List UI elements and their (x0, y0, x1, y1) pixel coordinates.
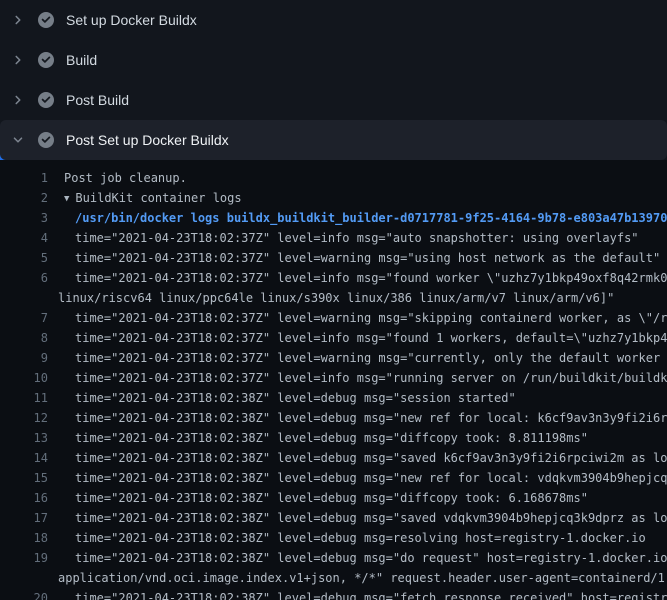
log-line: 9 time="2021-04-23T18:02:37Z" level=warn… (0, 348, 667, 368)
log-text: time="2021-04-23T18:02:37Z" level=info m… (48, 368, 667, 388)
line-number[interactable]: 8 (0, 328, 48, 348)
group-toggle-icon[interactable]: ▼ (64, 189, 69, 208)
step-title: Post Build (66, 92, 129, 108)
log-text: time="2021-04-23T18:02:38Z" level=debug … (48, 388, 667, 408)
log-text: /usr/bin/docker logs buildx_buildkit_bui… (48, 208, 667, 228)
line-number[interactable]: 17 (0, 508, 48, 528)
line-number[interactable]: 5 (0, 248, 48, 268)
step-title: Post Set up Docker Buildx (66, 132, 229, 148)
step-title: Build (66, 52, 97, 68)
line-number[interactable]: 18 (0, 528, 48, 548)
log-text: time="2021-04-23T18:02:38Z" level=debug … (48, 428, 667, 448)
log-line: 12 time="2021-04-23T18:02:38Z" level=deb… (0, 408, 667, 428)
chevron-down-icon (10, 132, 26, 148)
line-number[interactable] (0, 288, 48, 308)
log-text: time="2021-04-23T18:02:38Z" level=debug … (48, 508, 667, 528)
log-text: linux/riscv64 linux/ppc64le linux/s390x … (48, 288, 667, 308)
log-text: time="2021-04-23T18:02:38Z" level=debug … (48, 488, 667, 508)
log-text: Post job cleanup. (48, 168, 667, 188)
log-line: 1 Post job cleanup. (0, 168, 667, 188)
log-text: time="2021-04-23T18:02:38Z" level=debug … (48, 468, 667, 488)
line-number[interactable]: 15 (0, 468, 48, 488)
log-line: 10 time="2021-04-23T18:02:37Z" level=inf… (0, 368, 667, 388)
line-number[interactable]: 14 (0, 448, 48, 468)
log-text: time="2021-04-23T18:02:38Z" level=debug … (48, 528, 667, 548)
line-number[interactable]: 1 (0, 168, 48, 188)
log-line: 16 time="2021-04-23T18:02:38Z" level=deb… (0, 488, 667, 508)
line-number[interactable]: 9 (0, 348, 48, 368)
log-line: 3 /usr/bin/docker logs buildx_buildkit_b… (0, 208, 667, 228)
log-text: time="2021-04-23T18:02:37Z" level=info m… (48, 328, 667, 348)
log-text: time="2021-04-23T18:02:37Z" level=info m… (48, 228, 667, 248)
log-output[interactable]: 1 Post job cleanup. 2 ▼BuildKit containe… (0, 160, 667, 600)
line-number[interactable]: 16 (0, 488, 48, 508)
log-line: 15 time="2021-04-23T18:02:38Z" level=deb… (0, 468, 667, 488)
log-line: application/vnd.oci.image.index.v1+json,… (0, 568, 667, 588)
line-number[interactable]: 6 (0, 268, 48, 288)
line-number[interactable]: 7 (0, 308, 48, 328)
line-number[interactable]: 3 (0, 208, 48, 228)
step-header[interactable]: Post Set up Docker Buildx (0, 120, 667, 160)
chevron-right-icon (10, 92, 26, 108)
check-circle-icon (38, 12, 54, 28)
line-number[interactable]: 11 (0, 388, 48, 408)
actions-log-viewer: Set up Docker Buildx Build Post Build (0, 0, 667, 600)
line-number[interactable]: 13 (0, 428, 48, 448)
log-line: 4 time="2021-04-23T18:02:37Z" level=info… (0, 228, 667, 248)
log-line: 13 time="2021-04-23T18:02:38Z" level=deb… (0, 428, 667, 448)
step-header[interactable]: Post Build (0, 80, 667, 120)
log-text: time="2021-04-23T18:02:38Z" level=debug … (48, 408, 667, 428)
step-header[interactable]: Build (0, 40, 667, 80)
line-number[interactable]: 2 (0, 188, 48, 208)
log-text: ▼BuildKit container logs (48, 188, 667, 208)
log-line: linux/riscv64 linux/ppc64le linux/s390x … (0, 288, 667, 308)
line-number[interactable] (0, 568, 48, 588)
line-number[interactable]: 12 (0, 408, 48, 428)
check-circle-icon (38, 92, 54, 108)
log-text: time="2021-04-23T18:02:38Z" level=debug … (48, 588, 667, 600)
log-line: 8 time="2021-04-23T18:02:37Z" level=info… (0, 328, 667, 348)
step-title: Set up Docker Buildx (66, 12, 197, 28)
line-number[interactable]: 4 (0, 228, 48, 248)
log-text: time="2021-04-23T18:02:37Z" level=info m… (48, 268, 667, 288)
step-header[interactable]: Set up Docker Buildx (0, 0, 667, 40)
log-line: 7 time="2021-04-23T18:02:37Z" level=warn… (0, 308, 667, 328)
check-circle-icon (38, 132, 54, 148)
log-text: time="2021-04-23T18:02:38Z" level=debug … (48, 448, 667, 468)
log-text: time="2021-04-23T18:02:38Z" level=debug … (48, 548, 667, 568)
log-line: 14 time="2021-04-23T18:02:38Z" level=deb… (0, 448, 667, 468)
line-number[interactable]: 20 (0, 588, 48, 600)
log-text: time="2021-04-23T18:02:37Z" level=warnin… (48, 308, 667, 328)
log-line: 20 time="2021-04-23T18:02:38Z" level=deb… (0, 588, 667, 600)
line-number[interactable]: 19 (0, 548, 48, 568)
log-line: 6 time="2021-04-23T18:02:37Z" level=info… (0, 268, 667, 288)
chevron-right-icon (10, 52, 26, 68)
steps-list: Set up Docker Buildx Build Post Build (0, 0, 667, 160)
log-text: application/vnd.oci.image.index.v1+json,… (48, 568, 667, 588)
line-number[interactable]: 10 (0, 368, 48, 388)
log-line: 18 time="2021-04-23T18:02:38Z" level=deb… (0, 528, 667, 548)
log-text: time="2021-04-23T18:02:37Z" level=warnin… (48, 348, 667, 368)
check-circle-icon (38, 52, 54, 68)
chevron-right-icon (10, 12, 26, 28)
log-line: 5 time="2021-04-23T18:02:37Z" level=warn… (0, 248, 667, 268)
log-line: 2 ▼BuildKit container logs (0, 188, 667, 208)
log-text: time="2021-04-23T18:02:37Z" level=warnin… (48, 248, 667, 268)
log-line: 17 time="2021-04-23T18:02:38Z" level=deb… (0, 508, 667, 528)
log-line: 11 time="2021-04-23T18:02:38Z" level=deb… (0, 388, 667, 408)
log-line: 19 time="2021-04-23T18:02:38Z" level=deb… (0, 548, 667, 568)
